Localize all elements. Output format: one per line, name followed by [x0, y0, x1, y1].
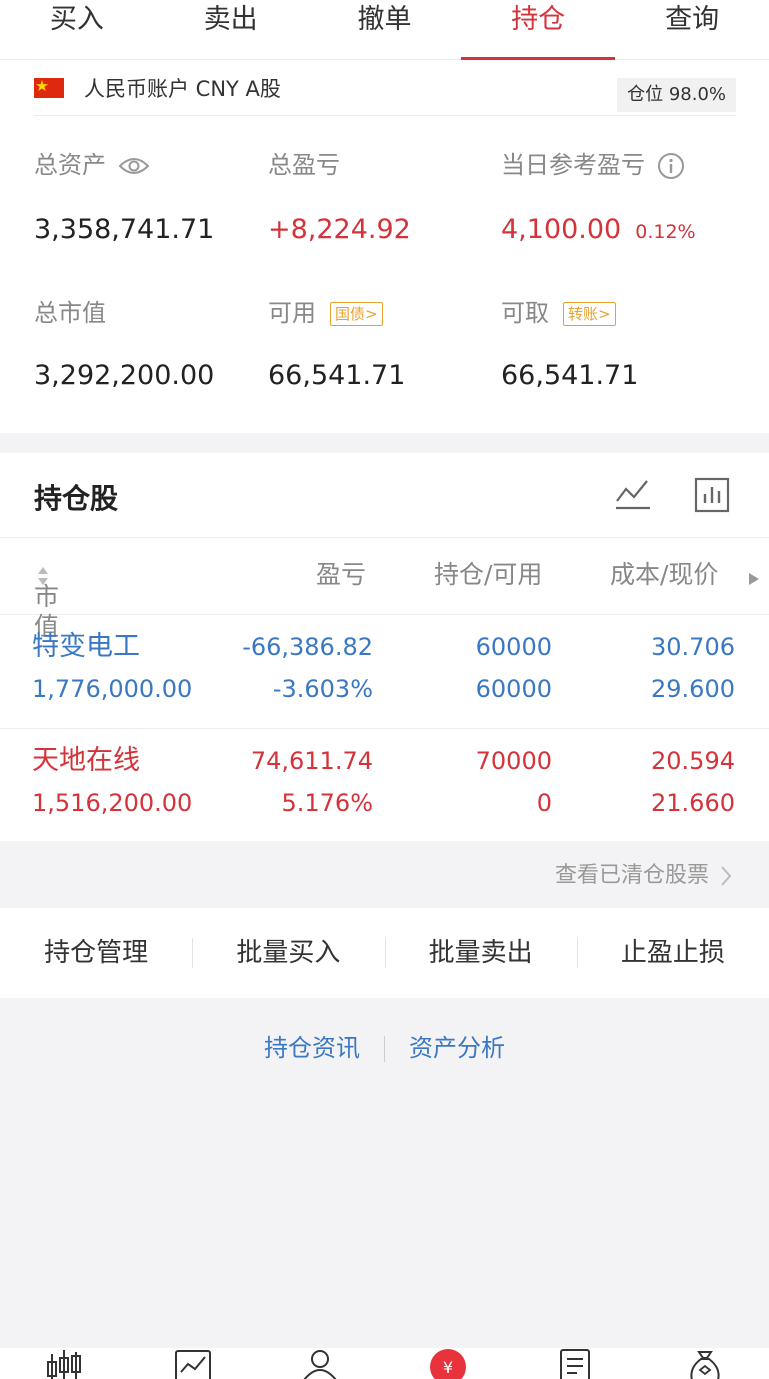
user-icon[interactable] [300, 1348, 340, 1379]
total-pnl-label: 总盈亏 [268, 151, 340, 179]
stock-market-value: 1,776,000.00 [32, 675, 193, 703]
stock-available: 0 [536, 789, 552, 817]
holdings-actions: 持仓管理 批量买入 批量卖出 止盈止损 [0, 908, 769, 998]
stock-cost: 30.706 [651, 633, 735, 661]
stock-name: 天地在线 [32, 745, 140, 776]
market-value: 3,292,200.00 [34, 360, 215, 391]
tab-query[interactable]: 查询 [615, 0, 769, 59]
eye-icon[interactable] [118, 156, 150, 176]
stock-cost: 20.594 [651, 747, 735, 775]
holdings-column-header: 市值 盈亏 持仓/可用 成本/现价 [0, 537, 769, 641]
chevron-right-icon [721, 866, 732, 886]
asset-analysis-link[interactable]: 资产分析 [409, 1034, 505, 1062]
tab-cancel-order[interactable]: 撤单 [308, 0, 462, 59]
yuan-trade-icon[interactable]: ¥ [428, 1348, 468, 1379]
stock-pnl: 74,611.74 [250, 747, 373, 775]
trend-chart-icon[interactable] [174, 1348, 212, 1379]
stock-pnl-pct: 5.176% [281, 789, 373, 817]
link-divider [384, 1036, 385, 1062]
position-badge: 仓位 98.0% [617, 78, 736, 112]
transfer-tag[interactable]: 转账> [563, 302, 616, 326]
holdings-section: 持仓股 市值 盈亏 持仓/可用 成本/现价 特变电工 1,776,000.00 … [0, 453, 769, 841]
column-pnl: 盈亏 [316, 560, 367, 589]
stock-price: 21.660 [651, 789, 735, 817]
document-icon[interactable] [558, 1348, 592, 1379]
info-icon[interactable] [657, 152, 685, 180]
available-label: 可用 国债> [268, 298, 383, 328]
treasury-bond-tag[interactable]: 国债> [330, 302, 383, 326]
candlestick-icon[interactable] [46, 1348, 82, 1379]
column-cost-price: 成本/现价 [610, 560, 719, 589]
total-assets-label: 总资产 [34, 150, 150, 180]
top-tab-bar: 买入 卖出 撤单 持仓 查询 [0, 0, 769, 60]
column-position: 持仓/可用 [434, 560, 543, 589]
stock-market-value: 1,516,200.00 [32, 789, 193, 817]
withdrawable-value: 66,541.71 [501, 360, 639, 391]
withdrawable-label: 可取 转账> [501, 298, 616, 328]
stock-available: 60000 [475, 675, 552, 703]
batch-buy-button[interactable]: 批量买入 [192, 908, 384, 998]
cleared-stocks-bar: 查看已清仓股票 [0, 841, 769, 908]
account-label: 人民币账户 CNY A股 [84, 77, 281, 101]
stock-position: 60000 [475, 633, 552, 661]
available-value: 66,541.71 [268, 360, 406, 391]
account-row[interactable]: 人民币账户 CNY A股 仓位 98.0% [34, 76, 736, 116]
bar-chart-icon[interactable] [694, 477, 730, 513]
holdings-title: 持仓股 [34, 482, 119, 515]
stock-pnl-pct: -3.603% [272, 675, 373, 703]
stock-name: 特变电工 [32, 631, 140, 662]
trend-line-icon[interactable] [614, 477, 652, 511]
china-flag-icon [34, 78, 64, 98]
scroll-right-icon[interactable] [748, 572, 760, 586]
view-cleared-stocks-link[interactable]: 查看已清仓股票 [555, 861, 733, 891]
column-market-value[interactable]: 市值 [34, 560, 59, 641]
holding-row[interactable]: 特变电工 1,776,000.00 -66,386.82 -3.603% 600… [0, 615, 769, 728]
take-profit-stop-loss-button[interactable]: 止盈止损 [576, 908, 769, 998]
stock-pnl: -66,386.82 [242, 633, 373, 661]
total-pnl-value: +8,224.92 [268, 214, 411, 245]
daily-pnl-pct: 0.12% [635, 221, 696, 243]
tab-sell[interactable]: 卖出 [154, 0, 308, 59]
daily-pnl-value: 4,100.00 0.12% [501, 214, 696, 245]
bottom-nav: ¥ [0, 1348, 769, 1379]
stock-position: 70000 [475, 747, 552, 775]
holding-row[interactable]: 天地在线 1,516,200.00 74,611.74 5.176% 70000… [0, 728, 769, 841]
market-value-label: 总市值 [34, 299, 106, 327]
daily-pnl-label: 当日参考盈亏 [501, 150, 685, 180]
money-bag-icon[interactable] [686, 1348, 724, 1379]
tab-buy[interactable]: 买入 [0, 0, 154, 59]
total-assets-value: 3,358,741.71 [34, 214, 215, 245]
stock-price: 29.600 [651, 675, 735, 703]
batch-sell-button[interactable]: 批量卖出 [384, 908, 577, 998]
position-management-button[interactable]: 持仓管理 [0, 908, 192, 998]
account-summary: 人民币账户 CNY A股 仓位 98.0% 总资产 3,358,741.71 总… [0, 60, 769, 433]
info-links: 持仓资讯 资产分析 [0, 1028, 769, 1068]
tab-holdings[interactable]: 持仓 [461, 0, 615, 60]
holdings-news-link[interactable]: 持仓资讯 [264, 1034, 360, 1062]
svg-text:¥: ¥ [443, 1358, 453, 1377]
